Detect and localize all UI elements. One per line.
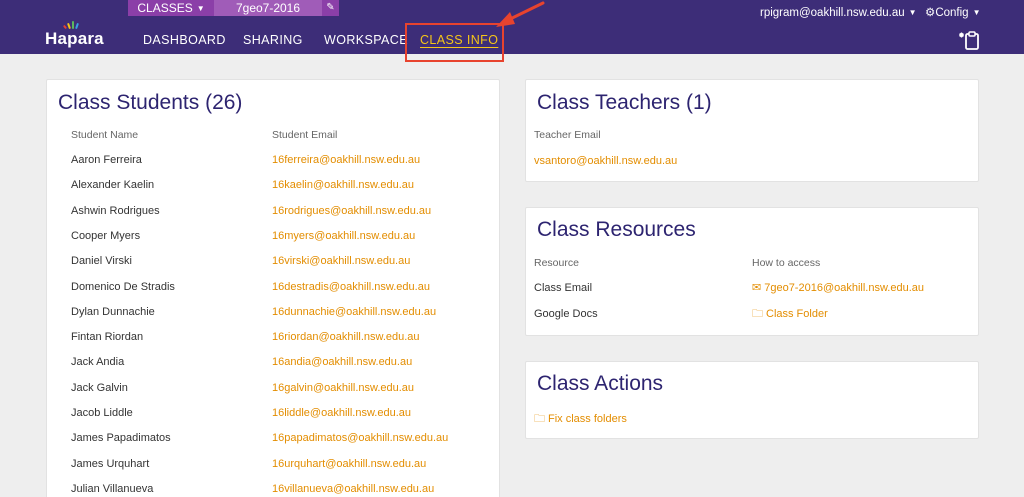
student-name: Aaron Ferreira [71,154,142,166]
student-email-link[interactable]: 16villanueva@oakhill.nsw.edu.au [272,482,434,496]
nav-dashboard[interactable]: DASHBOARD [143,32,226,48]
classes-dropdown-label: CLASSES [137,1,193,15]
folder-icon: 🗀 [534,413,545,425]
chevron-down-icon: ▼ [972,8,981,17]
user-account-menu[interactable]: rpigram@oakhill.nsw.edu.au ▼ [760,6,917,20]
gears-icon: ⚙ [925,7,936,19]
student-email-link[interactable]: 16riordan@oakhill.nsw.edu.au [272,330,420,344]
hapara-logo[interactable]: Hapara [45,28,104,50]
class-teachers-title: Class Teachers (1) [537,91,712,114]
classes-dropdown[interactable]: CLASSES ▼ [128,0,214,16]
resource-class-email: Class Email [534,282,593,294]
student-name: Domenico De Stradis [71,281,175,293]
class-students-title: Class Students (26) [58,91,243,114]
student-name: Dylan Dunnachie [71,306,155,318]
resource-google-docs: Google Docs [534,308,598,320]
student-email-link[interactable]: 16papadimatos@oakhill.nsw.edu.au [272,431,448,445]
student-email-link[interactable]: 16virski@oakhill.nsw.edu.au [272,254,410,268]
student-name: Fintan Riordan [71,331,144,343]
class-folder-link[interactable]: 🗀 Class Folder [752,307,828,321]
fix-class-folders-link[interactable]: 🗀 Fix class folders [534,412,627,426]
student-email-link[interactable]: 16urquhart@oakhill.nsw.edu.au [272,457,426,471]
student-email-header: Student Email [272,129,338,141]
class-email-address: 7geo7-2016@oakhill.nsw.edu.au [764,282,925,294]
student-name-header: Student Name [71,129,139,141]
student-email-link[interactable]: 16rodrigues@oakhill.nsw.edu.au [272,204,431,218]
user-email: rpigram@oakhill.nsw.edu.au [760,7,905,19]
student-name: Ashwin Rodrigues [71,205,160,217]
student-email-link[interactable]: 16dunnachie@oakhill.nsw.edu.au [272,305,436,319]
nav-workspace[interactable]: WORKSPACE [324,32,408,48]
student-name: Julian Villanueva [71,483,154,495]
annotation-arrow-icon [496,1,545,27]
config-menu[interactable]: ⚙Config ▼ [925,6,980,20]
envelope-icon: ✉ [752,282,762,294]
pencil-icon[interactable]: ✎ [322,0,339,16]
folder-icon: 🗀 [752,308,763,320]
student-email-link[interactable]: 16destradis@oakhill.nsw.edu.au [272,280,430,294]
student-name: Jacob Liddle [71,407,133,419]
student-email-link[interactable]: 16galvin@oakhill.nsw.edu.au [272,381,414,395]
student-name: Alexander Kaelin [71,179,155,191]
class-students-card: Class Students (26) Student Name Student… [46,79,500,497]
student-email-link[interactable]: 16myers@oakhill.nsw.edu.au [272,229,415,243]
class-actions-title: Class Actions [537,372,664,395]
export-clipboard-icon[interactable] [957,29,981,51]
class-resources-card: Class Resources Resource How to access C… [525,207,979,336]
student-email-link[interactable]: 16liddle@oakhill.nsw.edu.au [272,406,411,420]
class-resources-title: Class Resources [537,218,696,241]
how-to-access-header: How to access [752,257,821,269]
student-name: James Papadimatos [71,432,171,444]
teacher-email-header: Teacher Email [534,129,601,141]
resource-header: Resource [534,257,579,269]
class-email-link[interactable]: ✉ 7geo7-2016@oakhill.nsw.edu.au [752,281,924,295]
teacher-email-link[interactable]: vsantoro@oakhill.nsw.edu.au [534,154,677,168]
student-name: Jack Andia [71,356,125,368]
student-name: Daniel Virski [71,255,132,267]
chevron-down-icon: ▼ [196,4,205,13]
student-name: Jack Galvin [71,382,128,394]
chevron-down-icon: ▼ [908,8,917,17]
student-name: James Urquhart [71,458,150,470]
student-email-link[interactable]: 16ferreira@oakhill.nsw.edu.au [272,153,420,167]
nav-sharing[interactable]: SHARING [243,32,303,48]
fix-class-folders-label: Fix class folders [548,413,627,425]
current-class-name: 7geo7-2016 [214,0,322,16]
class-teachers-card: Class Teachers (1) Teacher Email vsantor… [525,79,979,182]
config-label: Config [935,7,969,19]
class-folder-label: Class Folder [766,308,828,320]
student-email-link[interactable]: 16andia@oakhill.nsw.edu.au [272,355,412,369]
student-email-link[interactable]: 16kaelin@oakhill.nsw.edu.au [272,178,414,192]
student-name: Cooper Myers [71,230,141,242]
class-actions-card: Class Actions 🗀 Fix class folders [525,361,979,439]
